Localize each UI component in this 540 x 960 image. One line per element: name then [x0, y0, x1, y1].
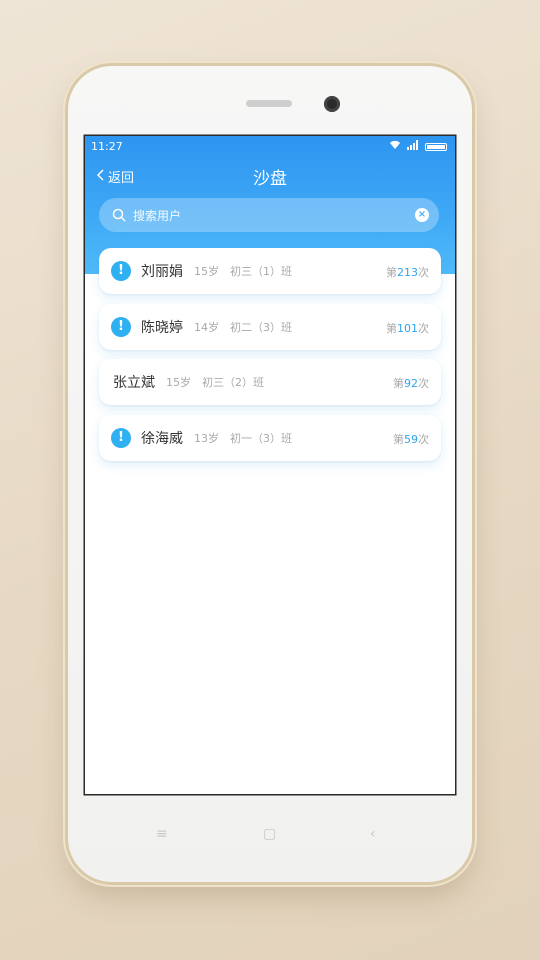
search-input[interactable]: 搜索用户 ×	[99, 198, 439, 232]
front-camera	[324, 96, 340, 112]
screen: 11:27 返回 沙盘 搜索用户 × ! 刘丽娟 15岁 初三（1）班 第213…	[85, 136, 455, 794]
clear-icon[interactable]: ×	[415, 208, 429, 222]
user-class: 初三（1）班	[230, 265, 292, 278]
user-class: 初三（2）班	[202, 376, 264, 389]
page-title: 沙盘	[253, 169, 287, 189]
search-icon	[109, 205, 129, 225]
count-number: 213	[397, 266, 418, 279]
count-number: 59	[404, 432, 418, 446]
status-icons	[389, 140, 447, 153]
user-class: 初一（3）班	[230, 431, 292, 445]
list-item[interactable]: ! 陈晓婷 14岁 初二（3）班 第101次	[99, 303, 441, 350]
session-count: 第92次	[393, 375, 429, 391]
home-key-icon[interactable]: ▢	[263, 826, 276, 842]
exclamation-icon: !	[111, 316, 131, 337]
count-number: 92	[404, 377, 418, 390]
phone-frame: 11:27 返回 沙盘 搜索用户 × ! 刘丽娟 15岁 初三（1）班 第213…	[68, 66, 472, 882]
user-age: 13岁	[194, 431, 219, 445]
status-bar: 11:27	[85, 136, 455, 156]
search-placeholder: 搜索用户	[133, 208, 182, 223]
signal-icon	[407, 140, 419, 153]
user-list: ! 刘丽娟 15岁 初三（1）班 第213次 ! 陈晓婷 14岁 初二（3）班 …	[99, 248, 441, 470]
list-item[interactable]: ! 徐海威 13岁 初一（3）班 第59次	[99, 414, 441, 461]
count-prefix: 第	[393, 377, 404, 390]
menu-key-icon[interactable]: ≡	[156, 826, 168, 842]
nav-bar: 返回 沙盘	[85, 158, 455, 192]
list-item[interactable]: 张立斌 15岁 初三（2）班 第92次	[99, 359, 441, 405]
wifi-icon	[389, 140, 401, 153]
hardware-keys: ≡ ▢ ‹	[68, 826, 472, 846]
session-count: 第213次	[386, 264, 429, 280]
user-class: 初二（3）班	[230, 320, 292, 334]
session-count: 第59次	[393, 431, 429, 447]
count-number: 101	[397, 321, 418, 335]
count-prefix: 第	[393, 432, 404, 446]
user-age: 15岁	[194, 265, 219, 278]
count-suffix: 次	[418, 432, 429, 446]
count-prefix: 第	[386, 266, 397, 279]
back-key-icon[interactable]: ‹	[370, 826, 376, 842]
user-age: 14岁	[194, 320, 219, 334]
battery-icon	[425, 142, 447, 151]
status-time: 11:27	[91, 140, 123, 153]
user-age: 15岁	[166, 376, 191, 389]
count-prefix: 第	[386, 321, 397, 335]
count-suffix: 次	[418, 266, 429, 279]
user-name: 刘丽娟	[141, 264, 183, 280]
list-item[interactable]: ! 刘丽娟 15岁 初三（1）班 第213次	[99, 248, 441, 294]
user-name: 张立斌	[113, 375, 155, 391]
exclamation-icon: !	[111, 427, 131, 448]
count-suffix: 次	[418, 321, 429, 335]
count-suffix: 次	[418, 377, 429, 390]
user-name: 陈晓婷	[141, 319, 183, 336]
exclamation-icon: !	[111, 261, 131, 281]
user-name: 徐海威	[141, 430, 183, 447]
speaker	[246, 100, 292, 107]
session-count: 第101次	[386, 320, 429, 336]
